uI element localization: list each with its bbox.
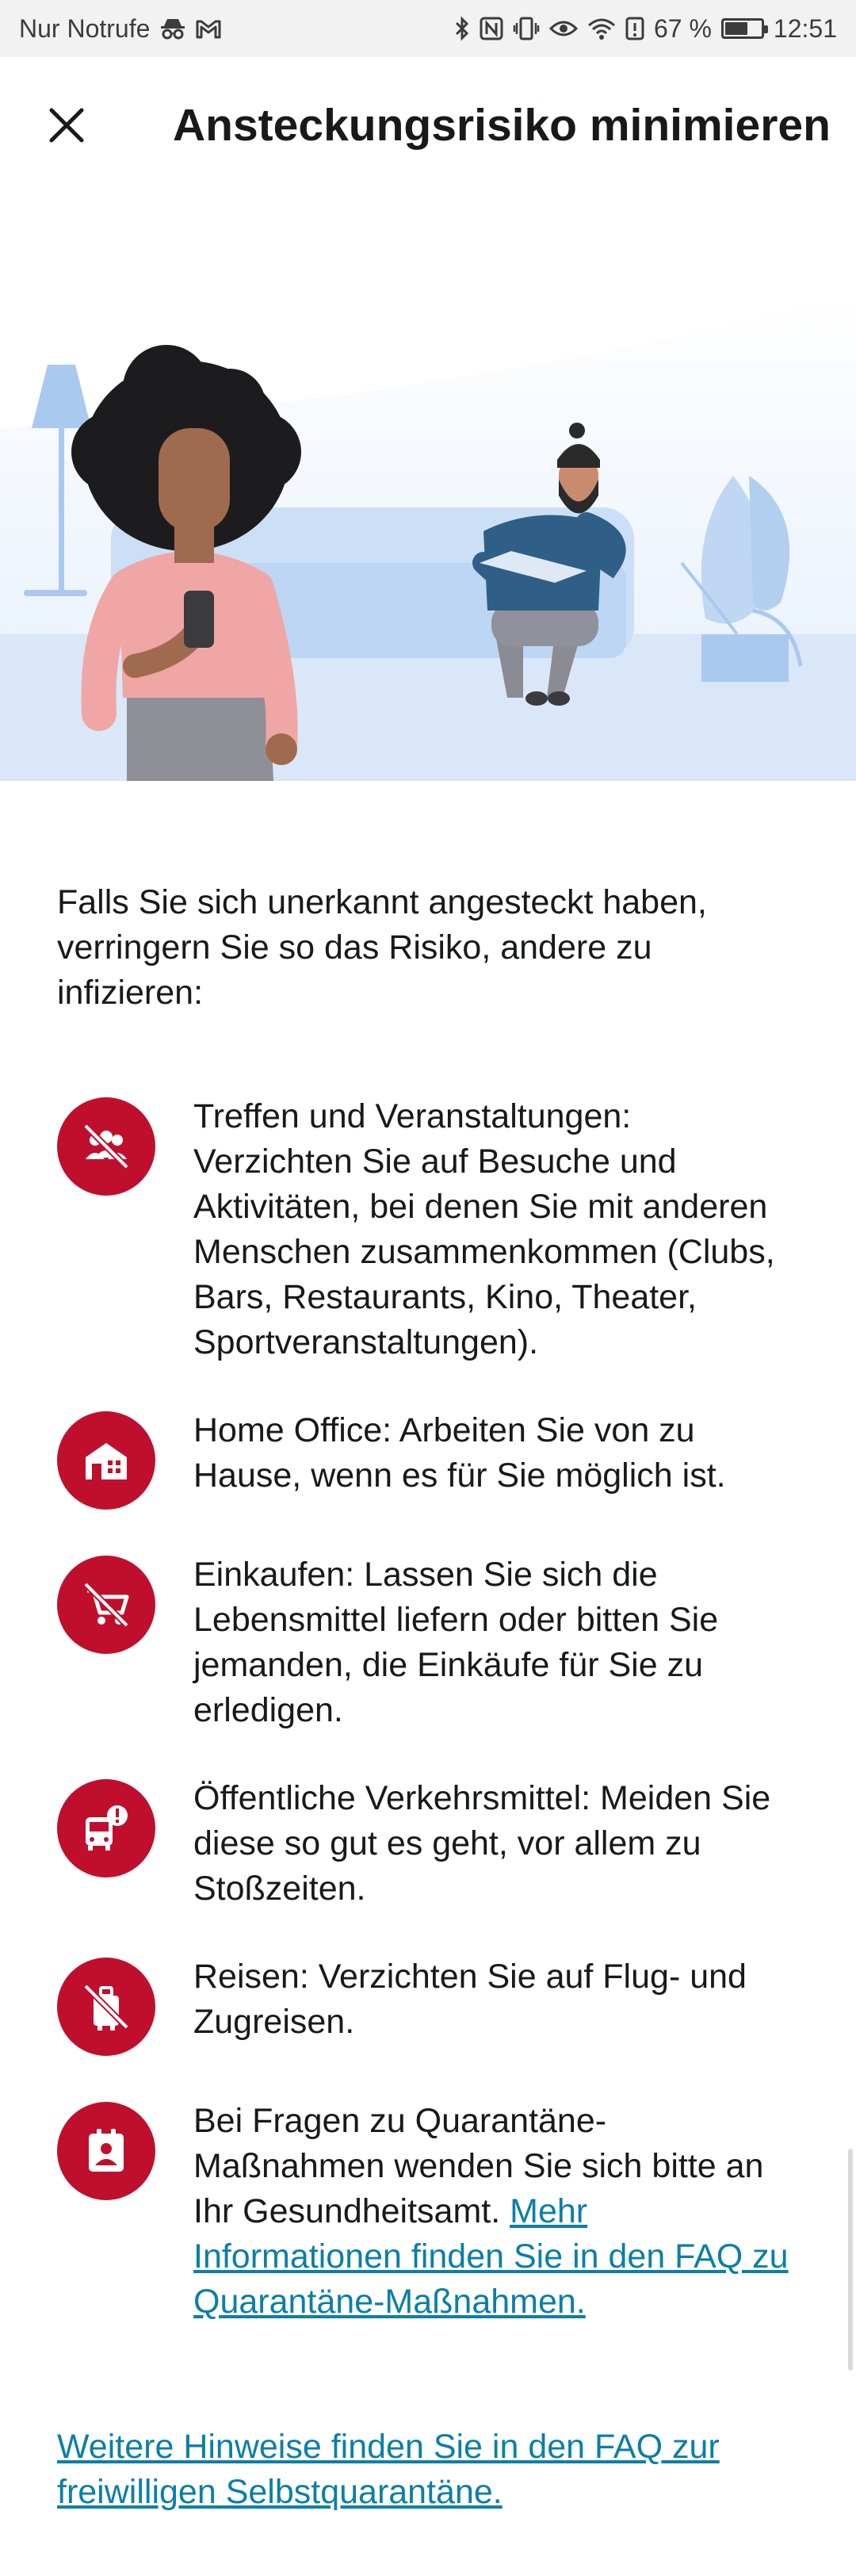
public-transport-alert-icon	[57, 1779, 155, 1877]
rule-text-part: Bei Fragen zu Quarantäne-Maßnahmen wende…	[193, 2102, 764, 2230]
status-bar-right: 67 % 12:51	[454, 14, 837, 44]
gmail-icon	[196, 18, 221, 39]
rule-travel: Reisen: Verzichten Sie auf Flug- und Zug…	[57, 1954, 810, 2056]
alert-icon	[625, 17, 644, 40]
wifi-icon	[587, 17, 616, 40]
rule-text: Home Office: Arbeiten Sie von zu Hause, …	[193, 1411, 726, 1495]
rule-text: Bei Fragen zu Quarantäne-Maßnahmen wende…	[193, 2099, 796, 2325]
no-gatherings-icon	[57, 1097, 155, 1196]
incognito-icon	[159, 17, 186, 40]
rule-text: Öffentliche Verkehrsmittel: Meiden Sie d…	[193, 1779, 771, 1908]
vibrate-icon	[513, 17, 540, 40]
no-shopping-cart-icon	[57, 1556, 155, 1654]
status-bar: Nur Notrufe 67 % 12:51	[0, 0, 856, 57]
page-title: Ansteckungsrisiko minimieren	[173, 100, 831, 151]
status-bar-left: Nur Notrufe	[19, 14, 221, 44]
battery-percent: 67 %	[653, 13, 712, 43]
contact-badge-icon	[57, 2102, 155, 2200]
close-button[interactable]	[38, 97, 95, 154]
intro-text: Falls Sie sich unerkannt angesteckt habe…	[57, 883, 707, 1012]
no-travel-luggage-icon	[57, 1958, 155, 2056]
rule-text: Reisen: Verzichten Sie auf Flug- und Zug…	[193, 1958, 747, 2041]
rule-text: Treffen und Veranstaltungen: Verzichten …	[193, 1097, 775, 1361]
hero-illustration	[0, 190, 856, 781]
rule-quarantine: Bei Fragen zu Quarantäne-Maßnahmen wende…	[57, 2099, 810, 2325]
rule-gatherings: Treffen und Veranstaltungen: Verzichten …	[57, 1094, 810, 1365]
rule-shopping: Einkaufen: Lassen Sie sich die Lebensmit…	[57, 1552, 810, 1733]
rule-home-office: Home Office: Arbeiten Sie von zu Hause, …	[57, 1408, 810, 1510]
bluetooth-icon	[454, 16, 470, 41]
rule-text: Einkaufen: Lassen Sie sich die Lebensmit…	[193, 1556, 719, 1729]
carrier-label: Nur Notrufe	[19, 13, 151, 43]
close-icon	[49, 108, 84, 143]
home-office-icon	[57, 1411, 155, 1510]
nfc-icon	[480, 17, 503, 40]
scrollbar[interactable]	[848, 2149, 853, 2371]
clock: 12:51	[773, 13, 837, 43]
battery-icon	[720, 18, 768, 39]
rules-list: Treffen und Veranstaltungen: Verzichten …	[57, 1094, 810, 2367]
rule-public-transport: Öffentliche Verkehrsmittel: Meiden Sie d…	[57, 1776, 810, 1912]
eye-icon	[548, 19, 578, 38]
self-quarantine-faq-link[interactable]: Weitere Hinweise finden Sie in den FAQ z…	[57, 2425, 802, 2515]
app-bar: Ansteckungsrisiko minimieren	[0, 57, 856, 190]
battery-fill	[724, 22, 748, 35]
